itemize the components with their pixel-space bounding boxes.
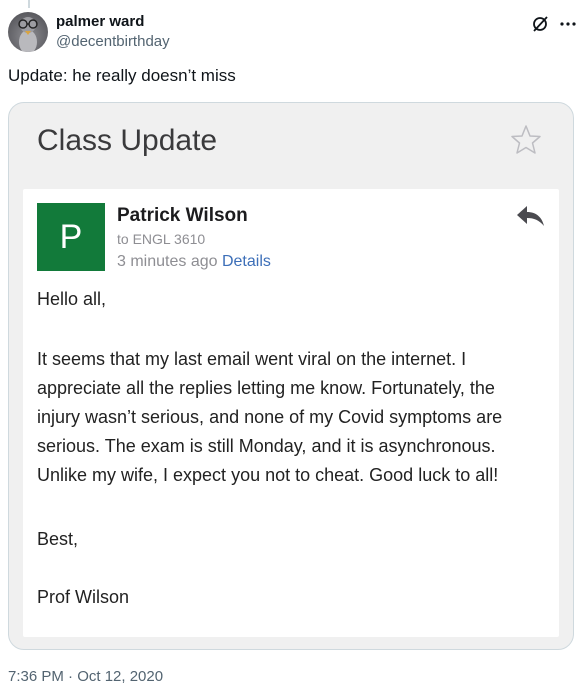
- email-body-line: It seems that my last email went viral o…: [37, 349, 467, 369]
- email-subject: Class Update: [37, 124, 218, 157]
- email-signoff: Best,: [37, 529, 79, 549]
- sender-name: Patrick Wilson: [117, 205, 248, 226]
- sent-time: 3 minutes ago Details: [117, 253, 271, 271]
- email-body-line: serious. The exam is still Monday, and i…: [37, 436, 496, 456]
- tweet-header: palmer ward @decentbirthday: [8, 8, 576, 56]
- tweet-media[interactable]: Class Update P Patrick Wilson to ENGL 36…: [8, 102, 574, 650]
- time-ago: 3 minutes ago: [117, 253, 218, 270]
- display-name[interactable]: palmer ward: [56, 13, 144, 30]
- tweet-text: Update: he really doesn’t miss: [8, 66, 236, 85]
- email-body-line: appreciate all the replies letting me kn…: [37, 378, 495, 398]
- tweet-timestamp[interactable]: 7:36 PM · Oct 12, 2020: [8, 668, 163, 685]
- sender-avatar: P: [37, 203, 105, 271]
- more-icon[interactable]: [558, 14, 578, 34]
- email-greeting: Hello all,: [37, 289, 107, 309]
- details-link[interactable]: Details: [222, 253, 271, 270]
- user-handle[interactable]: @decentbirthday: [56, 33, 170, 50]
- email-signature: Prof Wilson: [37, 587, 130, 607]
- email-body-line: Unlike my wife, I expect you not to chea…: [37, 465, 499, 485]
- star-icon[interactable]: [509, 123, 543, 157]
- thread-connector: [28, 0, 30, 8]
- email-body-line: injury wasn’t serious, and none of my Co…: [37, 407, 503, 427]
- reply-icon[interactable]: [515, 203, 547, 229]
- email-card: P Patrick Wilson to ENGL 3610 3 minutes …: [23, 189, 559, 637]
- avatar[interactable]: [8, 12, 48, 52]
- grok-icon[interactable]: [530, 14, 550, 34]
- recipient-line: to ENGL 3610: [117, 231, 206, 247]
